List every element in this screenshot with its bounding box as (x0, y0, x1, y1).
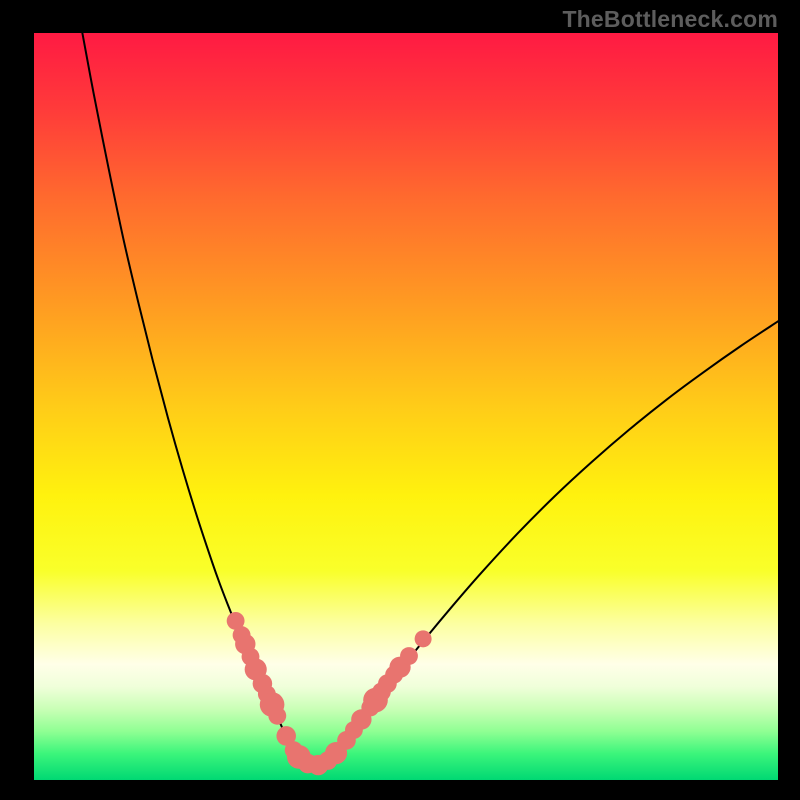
curve-layer (34, 33, 778, 780)
data-point-marker (268, 707, 286, 725)
watermark-text: TheBottleneck.com (562, 6, 778, 33)
data-point-marker (415, 630, 432, 647)
bottleneck-curve (82, 33, 778, 768)
data-point-marker (400, 647, 418, 665)
plot-area (34, 33, 778, 780)
